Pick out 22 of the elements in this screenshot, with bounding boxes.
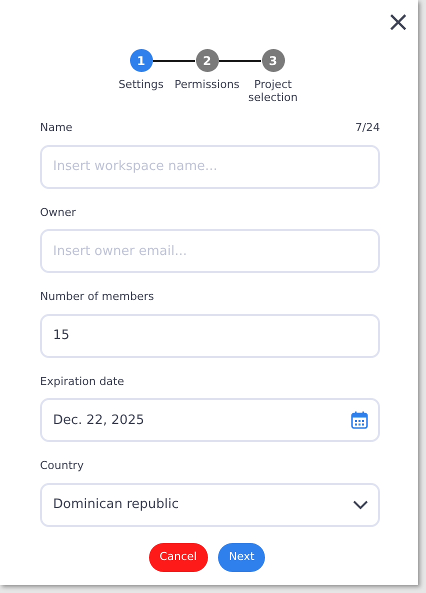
chevron-down-icon[interactable] bbox=[353, 500, 368, 509]
step-label: Settings bbox=[118, 78, 164, 91]
field-label: Country bbox=[40, 458, 84, 474]
date-field[interactable]: Dec. 22, 2025 bbox=[40, 398, 380, 442]
step-label: Project selection bbox=[247, 78, 299, 104]
character-counter: 7/24 bbox=[355, 120, 380, 136]
cancel-button[interactable]: Cancel bbox=[148, 542, 208, 572]
step-number[interactable]: 1 bbox=[130, 49, 152, 72]
step-number[interactable]: 3 bbox=[262, 49, 284, 72]
field-label: Number of members bbox=[40, 289, 154, 305]
input-field[interactable]: Insert owner email... bbox=[40, 229, 380, 273]
field-label: Owner bbox=[40, 204, 76, 220]
close-button[interactable]: × bbox=[382, 8, 414, 36]
input-field[interactable]: 15 bbox=[40, 314, 380, 358]
calendar-icon[interactable] bbox=[351, 411, 368, 429]
input-field[interactable]: Insert workspace name... bbox=[40, 144, 380, 188]
country-dropdown[interactable]: Dominican republic bbox=[40, 482, 380, 526]
step-label: Permissions bbox=[174, 78, 240, 91]
step-number[interactable]: 2 bbox=[196, 49, 218, 72]
field-label: Expiration date bbox=[40, 374, 124, 390]
next-button[interactable]: Next bbox=[218, 542, 266, 572]
field-label: Name bbox=[40, 120, 72, 136]
